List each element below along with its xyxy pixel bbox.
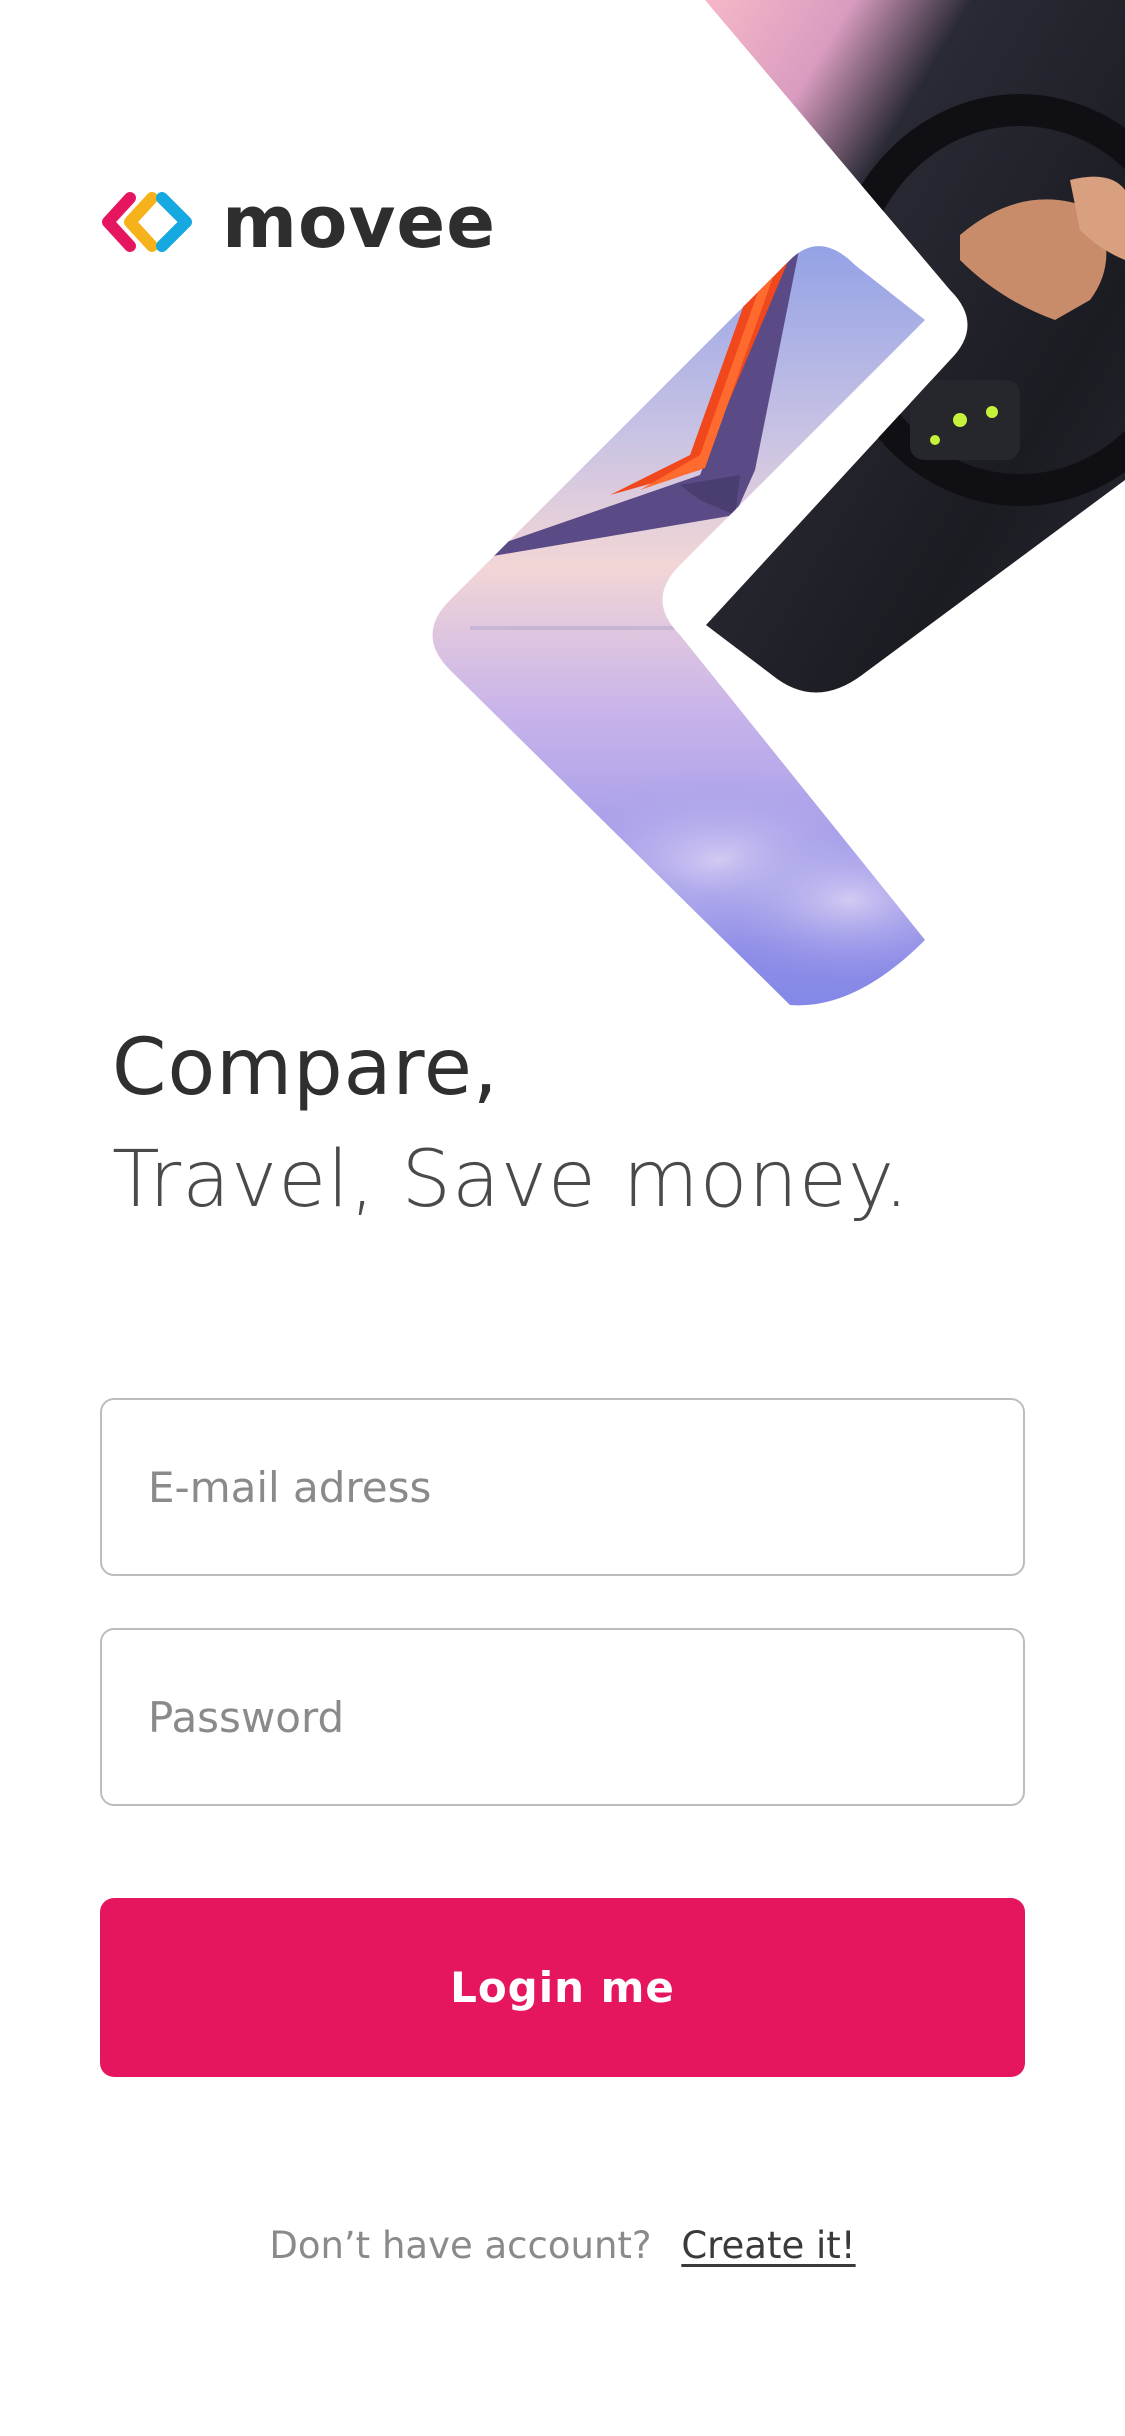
signup-row: Don’t have account? Create it! <box>0 2218 1125 2274</box>
brand-name: movee <box>222 180 497 264</box>
email-field[interactable] <box>102 1400 1023 1574</box>
login-button[interactable]: Login me <box>100 1898 1025 2077</box>
password-field-container <box>100 1628 1025 1806</box>
headline: Compare, Travel, Save money. <box>112 1012 1052 1236</box>
create-account-link[interactable]: Create it! <box>681 2224 855 2267</box>
signup-prompt: Don’t have account? <box>269 2224 652 2267</box>
hero-artwork <box>432 0 1125 1006</box>
password-field[interactable] <box>102 1630 1023 1804</box>
headline-line-2: Travel, Save money. <box>112 1135 910 1225</box>
chevrons-logo-icon <box>102 192 192 252</box>
headline-line-1: Compare, <box>112 1023 499 1113</box>
brand-logo: movee <box>100 178 496 266</box>
email-field-container <box>100 1398 1025 1576</box>
